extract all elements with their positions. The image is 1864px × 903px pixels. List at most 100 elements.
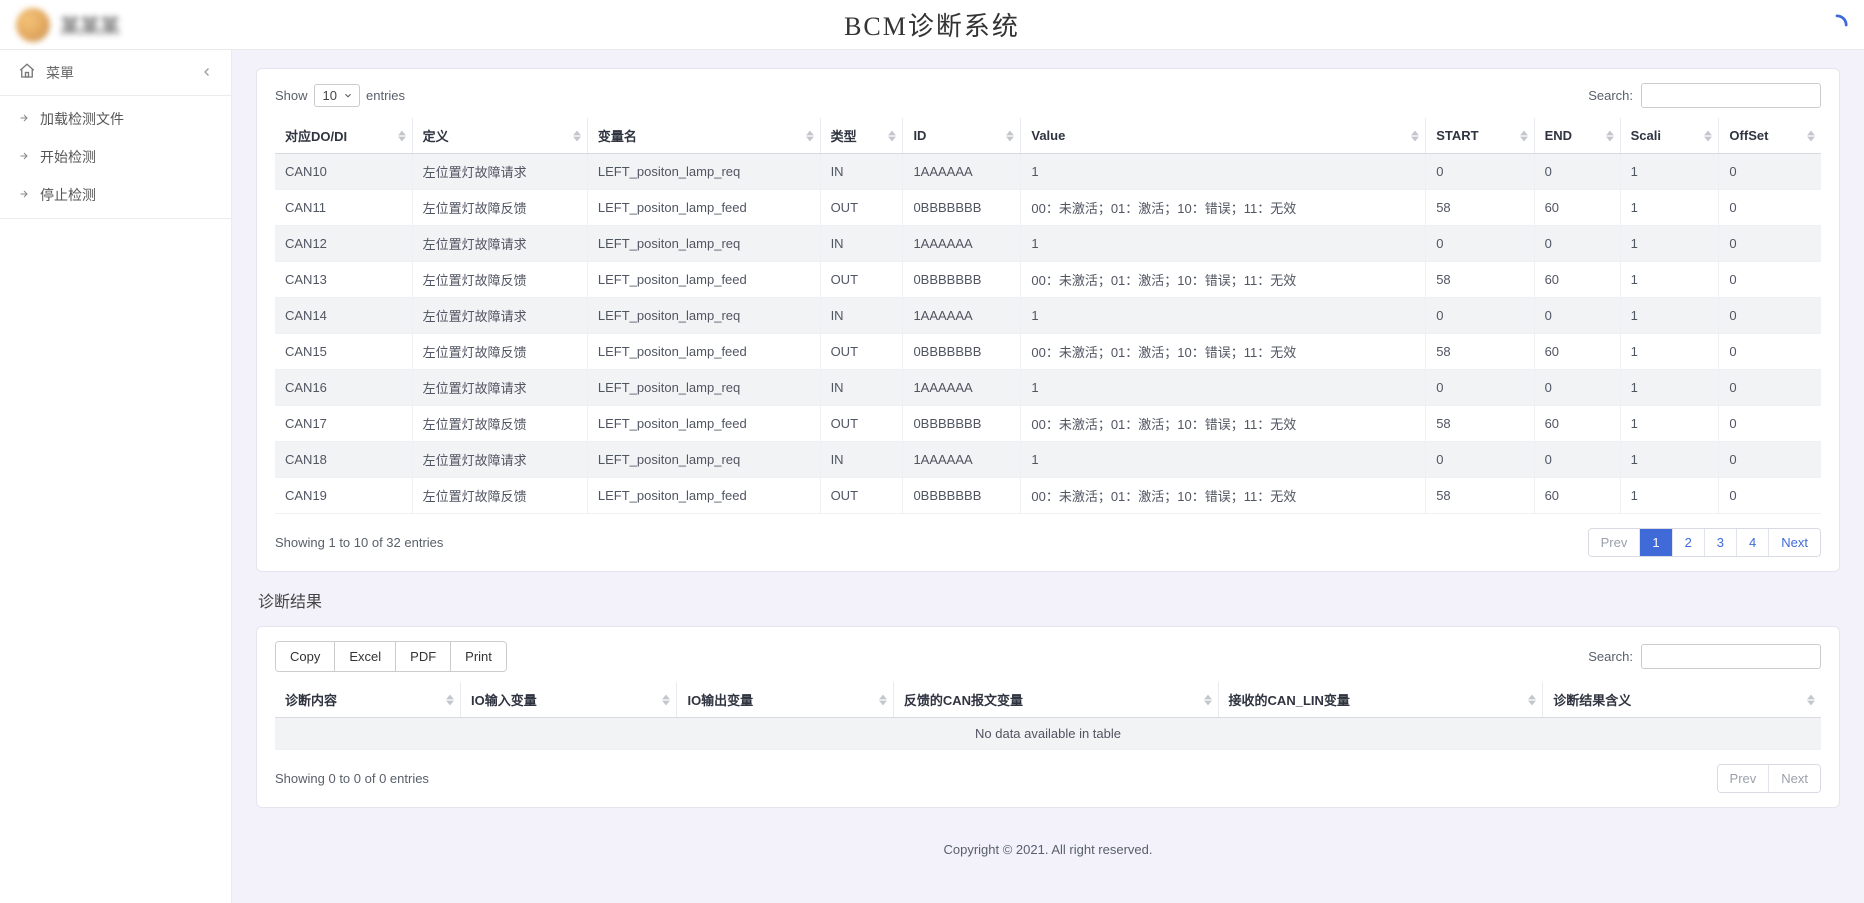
- table-cell: 0: [1534, 442, 1620, 478]
- main-table-search-input[interactable]: [1641, 83, 1821, 108]
- results-page-next[interactable]: Next: [1769, 765, 1820, 792]
- sort-icon: [1520, 130, 1528, 142]
- results-table-panel: Copy Excel PDF Print Search: 诊断内容 IO输入变量I…: [256, 626, 1840, 808]
- page-length-value: 10: [323, 88, 337, 103]
- table-cell: 00：未激活；01：激活；10：错误；11：无效: [1021, 190, 1426, 226]
- table-cell: 0BBBBBBB: [903, 334, 1021, 370]
- page-number[interactable]: 2: [1673, 529, 1705, 556]
- sort-icon: [662, 694, 670, 706]
- sort-icon: [446, 694, 454, 706]
- excel-button[interactable]: Excel: [335, 642, 396, 671]
- table-cell: IN: [820, 370, 903, 406]
- results-table-pagination: Prev Next: [1717, 764, 1821, 793]
- main-table-panel: Show 10 entries Search:: [256, 68, 1840, 572]
- sidebar-item-label: 开始检测: [40, 147, 96, 167]
- column-header-label: 诊断内容: [285, 693, 337, 708]
- table-cell: CAN12: [275, 226, 412, 262]
- table-cell: LEFT_positon_lamp_req: [587, 226, 820, 262]
- sidebar-item-start[interactable]: 开始检测: [0, 138, 231, 176]
- table-row[interactable]: CAN15左位置灯故障反馈LEFT_positon_lamp_feedOUT0B…: [275, 334, 1821, 370]
- column-header[interactable]: 类型: [820, 118, 903, 154]
- column-header[interactable]: OffSet: [1719, 118, 1821, 154]
- column-header[interactable]: 对应DO/DI: [275, 118, 412, 154]
- column-header[interactable]: 诊断内容: [275, 682, 461, 718]
- table-cell: 0: [1719, 370, 1821, 406]
- table-cell: 0: [1534, 226, 1620, 262]
- results-table-search-input[interactable]: [1641, 644, 1821, 669]
- column-header[interactable]: IO输入变量: [461, 682, 677, 718]
- content-area[interactable]: Show 10 entries Search:: [232, 50, 1864, 903]
- page-number[interactable]: 3: [1705, 529, 1737, 556]
- copy-button[interactable]: Copy: [276, 642, 335, 671]
- sort-icon: [1528, 694, 1536, 706]
- table-cell: 1: [1620, 190, 1719, 226]
- table-row[interactable]: CAN16左位置灯故障请求LEFT_positon_lamp_reqIN1AAA…: [275, 370, 1821, 406]
- table-cell: LEFT_positon_lamp_req: [587, 154, 820, 190]
- table-cell: 00：未激活；01：激活；10：错误；11：无效: [1021, 478, 1426, 514]
- page-length-select[interactable]: 10: [314, 84, 360, 107]
- sidebar-item-stop[interactable]: 停止检测: [0, 176, 231, 214]
- table-row[interactable]: CAN11左位置灯故障反馈LEFT_positon_lamp_feedOUT0B…: [275, 190, 1821, 226]
- sort-icon: [1606, 130, 1614, 142]
- column-header[interactable]: END: [1534, 118, 1620, 154]
- table-cell: 1AAAAAA: [903, 154, 1021, 190]
- column-header[interactable]: 定义: [412, 118, 587, 154]
- table-row[interactable]: CAN19左位置灯故障反馈LEFT_positon_lamp_feedOUT0B…: [275, 478, 1821, 514]
- main-table: 对应DO/DI定义变量名类型 IDValueSTARTENDScaliOffSet…: [275, 118, 1821, 514]
- table-row[interactable]: CAN13左位置灯故障反馈LEFT_positon_lamp_feedOUT0B…: [275, 262, 1821, 298]
- table-cell: 0: [1534, 370, 1620, 406]
- column-header[interactable]: 诊断结果含义: [1543, 682, 1821, 718]
- column-header[interactable]: ID: [903, 118, 1021, 154]
- main-table-top-controls: Show 10 entries Search:: [275, 83, 1821, 108]
- page-number[interactable]: 1: [1640, 529, 1672, 556]
- table-cell: 60: [1534, 406, 1620, 442]
- results-empty-row: No data available in table: [275, 718, 1821, 750]
- table-cell: 1: [1021, 226, 1426, 262]
- table-cell: 1: [1021, 298, 1426, 334]
- sidebar-menu-header[interactable]: 菜單: [0, 50, 231, 96]
- print-button[interactable]: Print: [451, 642, 506, 671]
- page-prev[interactable]: Prev: [1589, 529, 1641, 556]
- table-cell: CAN11: [275, 190, 412, 226]
- page-number[interactable]: 4: [1737, 529, 1769, 556]
- table-cell: LEFT_positon_lamp_feed: [587, 334, 820, 370]
- column-header[interactable]: Scali: [1620, 118, 1719, 154]
- column-header[interactable]: 变量名: [587, 118, 820, 154]
- footer-copyright: Copyright © 2021. All right reserved.: [256, 824, 1840, 867]
- sort-icon: [1204, 694, 1212, 706]
- results-table-search: Search:: [1588, 644, 1821, 669]
- topbar-right: [1826, 14, 1848, 36]
- table-cell: 60: [1534, 478, 1620, 514]
- table-cell: 0: [1426, 370, 1534, 406]
- pdf-button[interactable]: PDF: [396, 642, 451, 671]
- logo-text: 某某某: [60, 10, 120, 39]
- column-header[interactable]: IO输出变量: [677, 682, 893, 718]
- table-cell: LEFT_positon_lamp_feed: [587, 262, 820, 298]
- table-row[interactable]: CAN14左位置灯故障请求LEFT_positon_lamp_reqIN1AAA…: [275, 298, 1821, 334]
- page-length-control: Show 10 entries: [275, 84, 405, 107]
- table-row[interactable]: CAN17左位置灯故障反馈LEFT_positon_lamp_feedOUT0B…: [275, 406, 1821, 442]
- column-header-label: 类型: [831, 129, 857, 144]
- table-cell: 0: [1719, 298, 1821, 334]
- results-section-title: 诊断结果: [258, 588, 1840, 612]
- table-cell: 58: [1426, 334, 1534, 370]
- column-header[interactable]: 接收的CAN_LIN变量: [1218, 682, 1543, 718]
- sidebar: 菜單 加载检测文件 开始检测: [0, 50, 232, 903]
- table-row[interactable]: CAN12左位置灯故障请求LEFT_positon_lamp_reqIN1AAA…: [275, 226, 1821, 262]
- column-header[interactable]: START: [1426, 118, 1534, 154]
- main-table-pagination: Prev1234Next: [1588, 528, 1821, 557]
- table-cell: LEFT_positon_lamp_feed: [587, 478, 820, 514]
- sidebar-item-load-file[interactable]: 加载检测文件: [0, 100, 231, 138]
- table-cell: 0: [1426, 442, 1534, 478]
- results-page-prev[interactable]: Prev: [1718, 765, 1770, 792]
- table-cell: CAN18: [275, 442, 412, 478]
- page-next[interactable]: Next: [1769, 529, 1820, 556]
- table-row[interactable]: CAN10左位置灯故障请求LEFT_positon_lamp_reqIN1AAA…: [275, 154, 1821, 190]
- sort-icon: [1006, 130, 1014, 142]
- search-label: Search:: [1588, 88, 1633, 103]
- table-cell: OUT: [820, 406, 903, 442]
- table-row[interactable]: CAN18左位置灯故障请求LEFT_positon_lamp_reqIN1AAA…: [275, 442, 1821, 478]
- column-header[interactable]: 反馈的CAN报文变量: [893, 682, 1218, 718]
- table-cell: OUT: [820, 262, 903, 298]
- column-header[interactable]: Value: [1021, 118, 1426, 154]
